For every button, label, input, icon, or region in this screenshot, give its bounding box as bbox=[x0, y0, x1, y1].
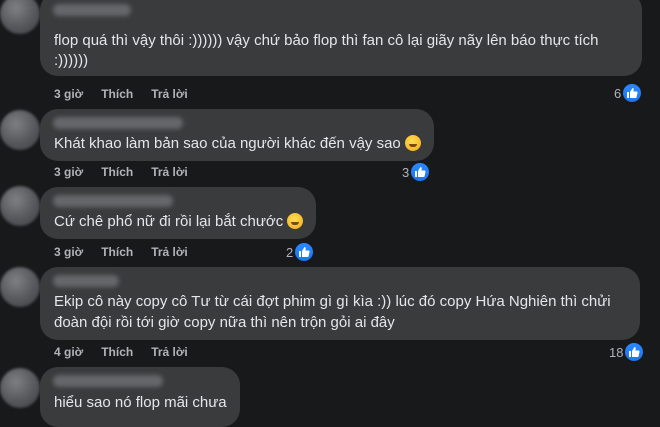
comment-text-line: Ekip cô này copy cô Tư từ cái đợt phim g… bbox=[54, 293, 611, 310]
comment-bubble: Cứ chê phổ nữ đi rồi lại bắt chước bbox=[40, 187, 316, 239]
avatar[interactable] bbox=[0, 368, 40, 408]
reply-button[interactable]: Trả lời bbox=[151, 165, 188, 179]
timestamp[interactable]: 3 giờ bbox=[54, 245, 83, 259]
comment-text-line: :)))))) bbox=[54, 52, 89, 69]
comment-text-line: Khát khao làm bản sao của người khác đến… bbox=[54, 133, 421, 155]
like-button[interactable]: Thích bbox=[101, 245, 133, 259]
reaction-number: 6 bbox=[614, 85, 622, 101]
like-button[interactable]: Thích bbox=[101, 345, 133, 359]
comment-text-line: Cứ chê phổ nữ đi rồi lại bắt chước bbox=[54, 211, 304, 233]
comment-3: Cứ chê phổ nữ đi rồi lại bắt chước 3 giờ… bbox=[0, 186, 660, 266]
author-name[interactable] bbox=[53, 195, 173, 207]
reaction-count[interactable]: 18 bbox=[609, 343, 644, 361]
avatar[interactable] bbox=[0, 186, 40, 226]
reaction-count[interactable]: 3 bbox=[402, 163, 430, 181]
comment-text-line: flop quá thì vậy thôi :)))))) vậy chứ bả… bbox=[54, 32, 599, 49]
reply-button[interactable]: Trả lời bbox=[151, 345, 188, 359]
reply-button[interactable]: Trả lời bbox=[151, 87, 188, 101]
like-button[interactable]: Thích bbox=[101, 87, 133, 101]
avatar[interactable] bbox=[0, 110, 40, 150]
reaction-count[interactable]: 2 bbox=[286, 243, 314, 261]
like-button[interactable]: Thích bbox=[101, 165, 133, 179]
timestamp[interactable]: 3 giờ bbox=[54, 165, 83, 179]
author-name[interactable] bbox=[53, 375, 163, 387]
like-thumb-icon bbox=[623, 84, 642, 102]
smirk-emoji-icon bbox=[404, 135, 421, 151]
comment-text-line: hiểu sao nó flop mãi chưa bbox=[54, 394, 227, 411]
comment-4: Ekip cô này copy cô Tư từ cái đợt phim g… bbox=[0, 265, 660, 365]
comment-2: Khát khao làm bản sao của người khác đến… bbox=[0, 108, 660, 188]
avatar[interactable] bbox=[0, 0, 40, 34]
comment-bubble: flop quá thì vậy thôi :)))))) vậy chứ bả… bbox=[40, 0, 642, 76]
timestamp[interactable]: 4 giờ bbox=[54, 345, 83, 359]
avatar[interactable] bbox=[0, 267, 40, 307]
comment-bubble: Khát khao làm bản sao của người khác đến… bbox=[40, 109, 434, 161]
grimace-emoji-icon bbox=[287, 213, 304, 229]
like-thumb-icon bbox=[625, 343, 644, 361]
comment-bubble: hiểu sao nó flop mãi chưa bbox=[40, 367, 240, 427]
comment-actions: 3 giờ Thích Trả lời bbox=[54, 245, 188, 259]
reply-button[interactable]: Trả lời bbox=[151, 245, 188, 259]
comment-actions: 4 giờ Thích Trả lời bbox=[54, 345, 188, 359]
like-thumb-icon bbox=[411, 163, 430, 181]
author-name[interactable] bbox=[53, 4, 131, 16]
comment-text: Khát khao làm bản sao của người khác đến… bbox=[54, 135, 401, 152]
author-name[interactable] bbox=[53, 117, 183, 129]
like-thumb-icon bbox=[295, 243, 314, 261]
reaction-number: 18 bbox=[609, 344, 624, 360]
reaction-count[interactable]: 6 bbox=[614, 84, 642, 102]
reaction-number: 2 bbox=[286, 244, 294, 260]
comment-actions: 3 giờ Thích Trả lời bbox=[54, 165, 188, 179]
author-name[interactable] bbox=[53, 275, 119, 287]
comment-1: flop quá thì vậy thôi :)))))) vậy chứ bả… bbox=[0, 0, 660, 105]
comment-text-line: đoàn đội rồi tới giờ copy nữa thì nên tr… bbox=[54, 314, 395, 331]
comment-actions: 3 giờ Thích Trả lời bbox=[54, 87, 188, 101]
comment-bubble: Ekip cô này copy cô Tư từ cái đợt phim g… bbox=[40, 267, 640, 340]
comment-text: Cứ chê phổ nữ đi rồi lại bắt chước bbox=[54, 213, 284, 230]
timestamp[interactable]: 3 giờ bbox=[54, 87, 83, 101]
comment-5: hiểu sao nó flop mãi chưa bbox=[0, 366, 660, 427]
reaction-number: 3 bbox=[402, 164, 410, 180]
